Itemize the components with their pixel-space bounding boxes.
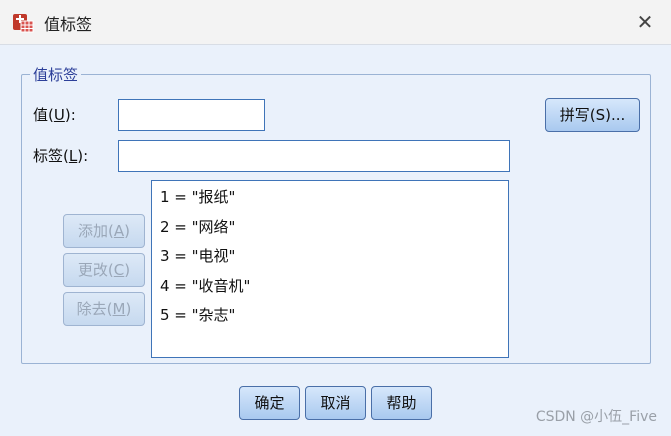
spell-button[interactable]: 拼写(S)... [545, 98, 640, 132]
remove-button-accesskey: M [112, 300, 126, 318]
change-button[interactable]: 更改(C) [63, 253, 145, 287]
title-bar: 值标签 ✕ [0, 0, 671, 45]
label-label-accesskey: L [68, 147, 78, 165]
value-labels-list[interactable]: 1 = "报纸" 2 = "网络" 3 = "电视" 4 = "收音机" 5 =… [151, 180, 509, 358]
ok-button[interactable]: 确定 [239, 386, 300, 420]
list-item[interactable]: 4 = "收音机" [160, 275, 500, 305]
add-button[interactable]: 添加(A) [63, 214, 145, 248]
value-label: 值(U): [33, 104, 76, 125]
change-button-accesskey: C [113, 261, 125, 279]
value-label-suffix: ): [64, 106, 76, 124]
watermark: CSDN @小伍_Five [535, 409, 657, 425]
change-button-suffix: ) [124, 261, 131, 279]
label-label-text: 标签( [33, 147, 69, 165]
list-item[interactable]: 5 = "杂志" [160, 304, 500, 334]
add-button-text: 添加( [78, 222, 114, 240]
add-button-suffix: ) [124, 222, 130, 240]
remove-button-text: 除去( [76, 300, 113, 318]
cancel-button[interactable]: 取消 [305, 386, 366, 420]
label-input[interactable] [118, 140, 510, 172]
label-label: 标签(L): [33, 145, 88, 166]
window-title: 值标签 [44, 15, 93, 34]
group-title: 值标签 [30, 64, 82, 85]
add-button-accesskey: A [113, 222, 125, 240]
remove-button[interactable]: 除去(M) [63, 292, 145, 326]
close-icon[interactable]: ✕ [633, 10, 657, 34]
list-item[interactable]: 3 = "电视" [160, 245, 500, 275]
change-button-text: 更改( [77, 261, 114, 279]
value-label-accesskey: U [53, 106, 65, 124]
value-label-text: 值( [33, 106, 54, 124]
list-item[interactable]: 1 = "报纸" [160, 186, 500, 216]
list-item[interactable]: 2 = "网络" [160, 216, 500, 246]
spss-app-icon [13, 14, 34, 33]
remove-button-suffix: ) [125, 300, 132, 318]
label-label-suffix: ): [77, 147, 89, 165]
value-input[interactable] [118, 99, 265, 131]
help-button[interactable]: 帮助 [371, 386, 432, 420]
